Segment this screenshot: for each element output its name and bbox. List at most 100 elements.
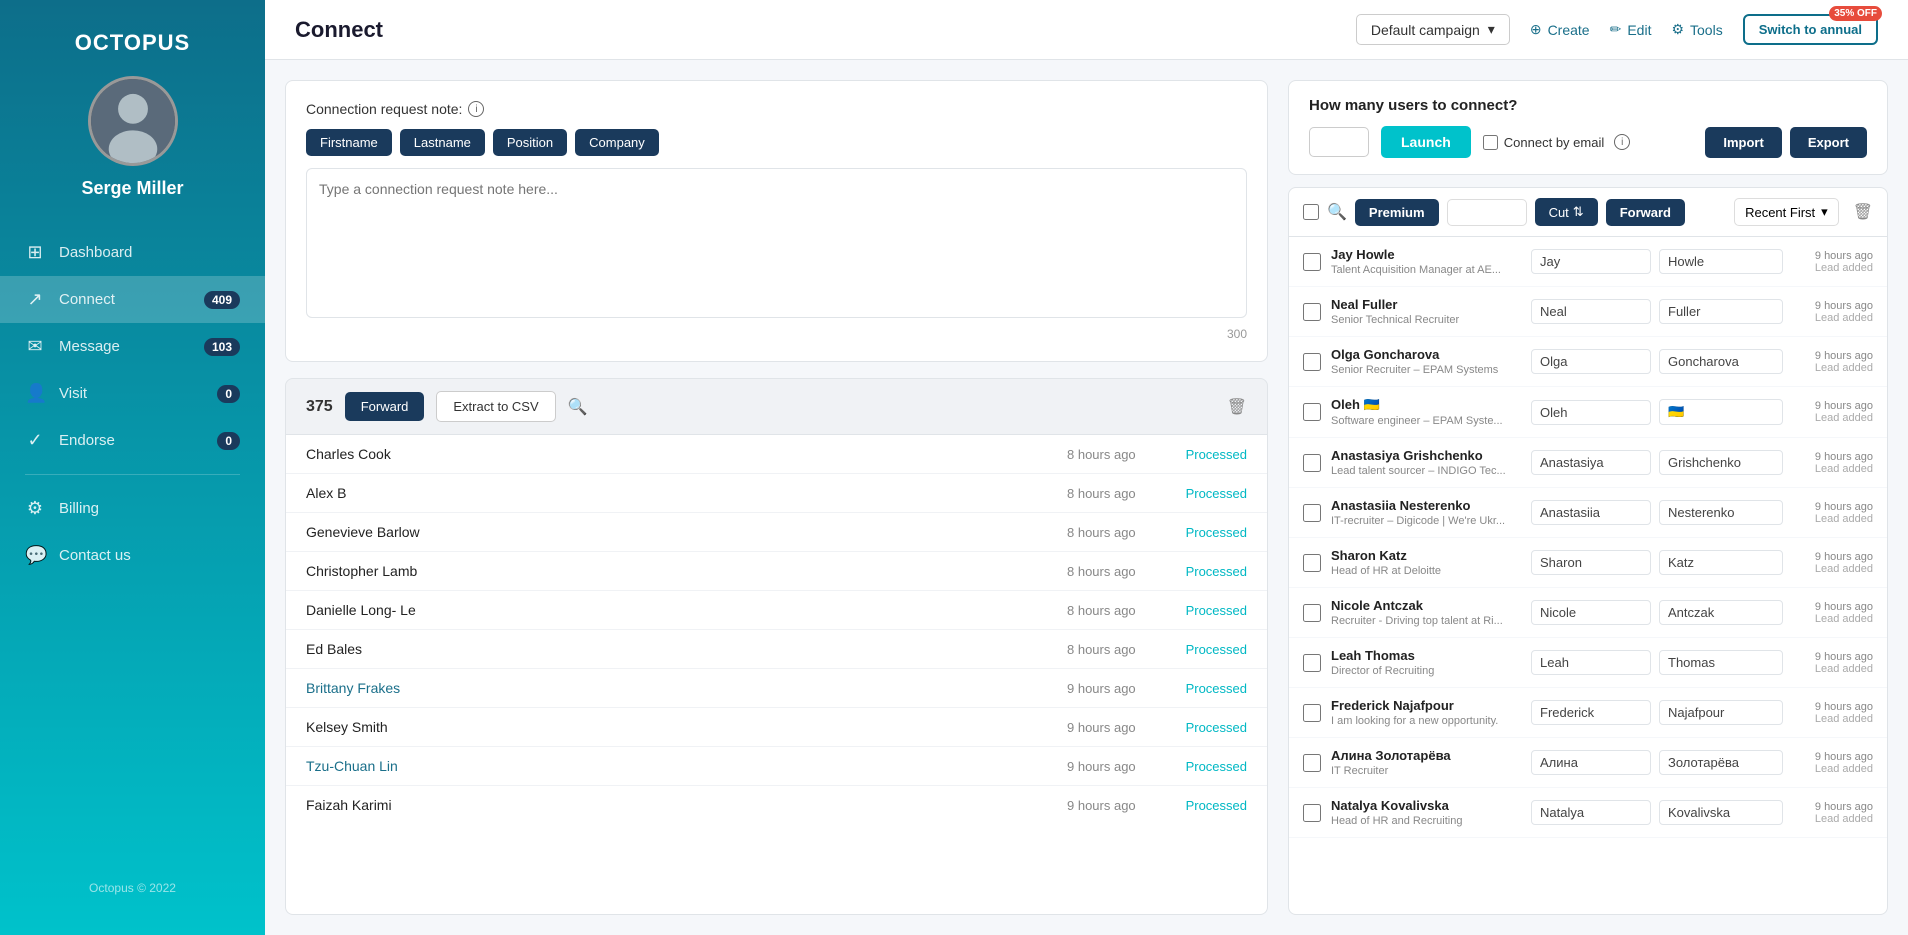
firstname-tag[interactable]: Firstname <box>306 129 392 156</box>
csv-button[interactable]: Extract to CSV <box>436 391 555 422</box>
row-last-name[interactable]: Najafpour <box>1659 700 1783 725</box>
sidebar-item-endorse[interactable]: ✓ Endorse 0 <box>0 417 265 464</box>
filter-input[interactable] <box>1447 199 1527 226</box>
avatar <box>88 76 178 166</box>
list-item-name: Faizah Karimi <box>306 797 1067 813</box>
row-first-name[interactable]: Jay <box>1531 249 1651 274</box>
edit-button[interactable]: ✏ Edit <box>1610 21 1652 38</box>
row-name-col: Olga Goncharova Senior Recruiter – EPAM … <box>1331 347 1531 376</box>
sidebar-item-contact[interactable]: 💬 Contact us <box>0 532 265 579</box>
row-checkbox[interactable] <box>1303 303 1321 321</box>
sidebar-item-billing[interactable]: ⚙ Billing <box>0 485 265 532</box>
delete-table-icon[interactable]: 🗑 <box>1853 202 1873 222</box>
connect-email-checkbox[interactable] <box>1483 135 1498 150</box>
row-last-name[interactable]: Katz <box>1659 550 1783 575</box>
list-item-status: Processed <box>1167 759 1247 774</box>
export-button[interactable]: Export <box>1790 127 1867 158</box>
row-checkbox[interactable] <box>1303 504 1321 522</box>
row-checkbox[interactable] <box>1303 454 1321 472</box>
endorse-badge: 0 <box>217 432 240 450</box>
connect-badge: 409 <box>204 291 240 309</box>
lastname-tag[interactable]: Lastname <box>400 129 485 156</box>
dashboard-icon: ⊞ <box>25 242 45 263</box>
row-checkbox[interactable] <box>1303 604 1321 622</box>
list-item-time: 8 hours ago <box>1067 447 1167 462</box>
tools-button[interactable]: ⚙ Tools <box>1671 21 1722 38</box>
row-name-col: Oleh 🇺🇦 Software engineer – EPAM Syste..… <box>1331 397 1531 427</box>
left-panel: Connection request note: i Firstname Las… <box>285 80 1268 915</box>
sidebar-item-connect[interactable]: ↗ Connect 409 <box>0 276 265 323</box>
campaign-label: Default campaign <box>1371 22 1480 38</box>
position-tag[interactable]: Position <box>493 129 567 156</box>
list-count: 375 <box>306 398 333 416</box>
row-last-name[interactable]: Kovalivska <box>1659 800 1783 825</box>
row-first-name[interactable]: Nicole <box>1531 600 1651 625</box>
discount-badge: 35% OFF <box>1829 6 1882 21</box>
how-many-title: How many users to connect? <box>1309 97 1867 114</box>
row-first-name[interactable]: Anastasiya <box>1531 450 1651 475</box>
row-name-sub: Head of HR at Deloitte <box>1331 565 1531 577</box>
row-name-main: Frederick Najafpour <box>1331 698 1531 713</box>
premium-filter-button[interactable]: Premium <box>1355 199 1439 226</box>
row-checkbox[interactable] <box>1303 353 1321 371</box>
row-last-name[interactable]: Золотарёва <box>1659 750 1783 775</box>
row-first-name[interactable]: Anastasiia <box>1531 500 1651 525</box>
row-checkbox[interactable] <box>1303 654 1321 672</box>
list-item: Alex B 8 hours ago Processed <box>286 474 1267 513</box>
forward-table-button[interactable]: Forward <box>1606 199 1685 226</box>
row-checkbox[interactable] <box>1303 403 1321 421</box>
row-checkbox[interactable] <box>1303 804 1321 822</box>
row-first-name[interactable]: Natalya <box>1531 800 1651 825</box>
row-last-name[interactable]: Antczak <box>1659 600 1783 625</box>
list-item-name: Alex B <box>306 485 1067 501</box>
row-last-name[interactable]: Howle <box>1659 249 1783 274</box>
row-last-name[interactable]: Goncharova <box>1659 349 1783 374</box>
row-last-name[interactable]: Nesterenko <box>1659 500 1783 525</box>
company-tag[interactable]: Company <box>575 129 659 156</box>
sidebar-item-visit[interactable]: 👤 Visit 0 <box>0 370 265 417</box>
search-table-icon[interactable]: 🔍 <box>1327 202 1347 222</box>
create-button[interactable]: ⊕ Create <box>1530 21 1590 38</box>
campaign-dropdown[interactable]: Default campaign ▾ <box>1356 14 1510 45</box>
row-time: 9 hours ago Lead added <box>1783 751 1873 775</box>
row-first-name[interactable]: Olga <box>1531 349 1651 374</box>
sidebar-label-message: Message <box>59 338 204 355</box>
row-name-main: Алина Золотарёва <box>1331 748 1531 763</box>
row-checkbox[interactable] <box>1303 754 1321 772</box>
sidebar-item-message[interactable]: ✉ Message 103 <box>0 323 265 370</box>
list-item-name[interactable]: Brittany Frakes <box>306 680 1067 696</box>
row-last-name[interactable]: Thomas <box>1659 650 1783 675</box>
row-time: 9 hours ago Lead added <box>1783 551 1873 575</box>
select-all-checkbox[interactable] <box>1303 204 1319 220</box>
sidebar-item-dashboard[interactable]: ⊞ Dashboard <box>0 229 265 276</box>
row-checkbox[interactable] <box>1303 704 1321 722</box>
note-textarea[interactable] <box>306 168 1247 318</box>
table-row: Nicole Antczak Recruiter - Driving top t… <box>1289 588 1887 638</box>
list-item-name[interactable]: Tzu-Chuan Lin <box>306 758 1067 774</box>
switch-annual-button[interactable]: Switch to annual 35% OFF <box>1743 14 1878 45</box>
forward-list-button[interactable]: Forward <box>345 392 425 421</box>
sidebar-footer: Octopus © 2022 <box>69 861 196 915</box>
row-name-col: Frederick Najafpour I am looking for a n… <box>1331 698 1531 727</box>
table-scroll: Jay Howle Talent Acquisition Manager at … <box>1289 237 1887 914</box>
search-icon[interactable]: 🔍 <box>568 397 588 417</box>
import-button[interactable]: Import <box>1705 127 1781 158</box>
row-checkbox[interactable] <box>1303 253 1321 271</box>
row-first-name[interactable]: Leah <box>1531 650 1651 675</box>
row-checkbox[interactable] <box>1303 554 1321 572</box>
row-last-name[interactable]: 🇺🇦 <box>1659 399 1783 425</box>
row-first-name[interactable]: Neal <box>1531 299 1651 324</box>
row-first-name[interactable]: Sharon <box>1531 550 1651 575</box>
row-last-name[interactable]: Fuller <box>1659 299 1783 324</box>
row-first-name[interactable]: Frederick <box>1531 700 1651 725</box>
row-name-sub: Software engineer – EPAM Syste... <box>1331 415 1531 427</box>
row-last-name[interactable]: Grishchenko <box>1659 450 1783 475</box>
delete-list-icon[interactable]: 🗑 <box>1227 397 1247 417</box>
sort-dropdown[interactable]: Recent First ▾ <box>1734 198 1839 226</box>
user-count-input[interactable] <box>1309 127 1369 157</box>
chevron-down-icon: ▾ <box>1488 21 1495 38</box>
launch-button[interactable]: Launch <box>1381 126 1471 158</box>
row-first-name[interactable]: Oleh <box>1531 400 1651 425</box>
cut-button[interactable]: Cut ⇅ <box>1535 198 1598 226</box>
row-first-name[interactable]: Алина <box>1531 750 1651 775</box>
